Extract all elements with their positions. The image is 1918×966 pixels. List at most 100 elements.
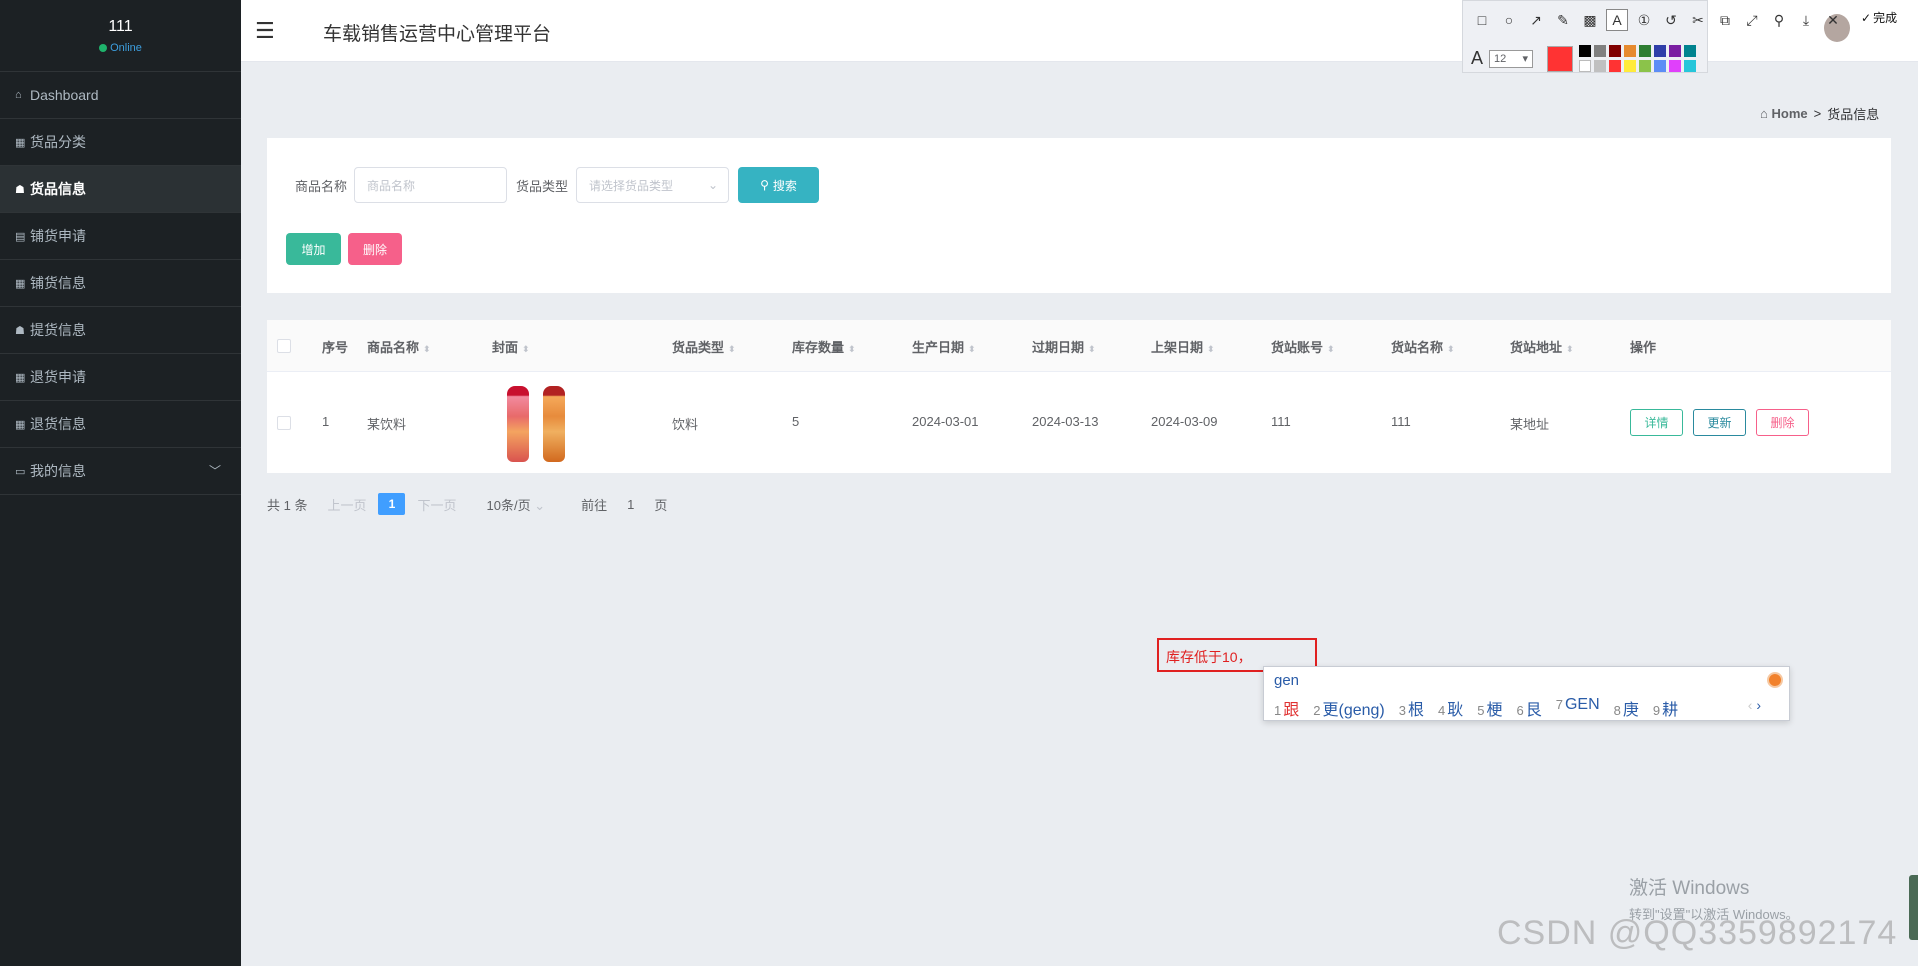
- ime-candidate[interactable]: 4耿: [1438, 696, 1463, 720]
- sidebar-item-dashboard[interactable]: ⌂ Dashboard: [0, 72, 241, 119]
- text-tool-icon[interactable]: A: [1606, 9, 1628, 31]
- ime-candidate[interactable]: 6艮: [1517, 696, 1542, 720]
- column-header-name[interactable]: 商品名称 ⬍: [367, 337, 431, 356]
- color-swatch[interactable]: [1669, 45, 1682, 57]
- color-swatch[interactable]: [1609, 60, 1622, 72]
- select-all-checkbox[interactable]: [277, 339, 291, 353]
- color-swatch[interactable]: [1594, 60, 1607, 72]
- color-swatch[interactable]: [1639, 60, 1652, 72]
- ime-page-nav[interactable]: ‹ ›: [1748, 697, 1761, 713]
- search-button[interactable]: ⚲ 搜索: [738, 167, 819, 203]
- column-header-cover[interactable]: 封面 ⬍: [492, 337, 530, 356]
- sort-icon: ⬍: [1207, 344, 1215, 354]
- goto-page-input[interactable]: 1: [627, 497, 634, 512]
- sidebar-item-pickup-info[interactable]: ☗ 提货信息: [0, 307, 241, 354]
- close-icon[interactable]: ✕: [1822, 9, 1844, 31]
- column-header-listed[interactable]: 上架日期 ⬍: [1151, 337, 1215, 356]
- scissors-icon[interactable]: ✂: [1687, 9, 1709, 31]
- cell-station-account: 111: [1271, 414, 1291, 429]
- add-button[interactable]: 增加: [286, 233, 341, 265]
- color-swatch[interactable]: [1684, 45, 1697, 57]
- home-icon: ⌂: [15, 89, 22, 101]
- product-name-input[interactable]: 商品名称: [354, 167, 507, 203]
- pen-icon[interactable]: ✎: [1552, 9, 1574, 31]
- current-color-swatch[interactable]: [1547, 45, 1574, 72]
- arrow-icon[interactable]: ↗: [1525, 9, 1547, 31]
- text-options: A 12 ▾: [1471, 45, 1697, 72]
- search-button-label: 搜索: [772, 178, 797, 193]
- ime-candidate[interactable]: 1跟: [1274, 696, 1299, 720]
- ime-candidate[interactable]: 2 更(geng): [1313, 696, 1385, 720]
- prev-page-button[interactable]: 上一页: [327, 495, 366, 514]
- column-header-station-address[interactable]: 货站地址 ⬍: [1510, 337, 1574, 356]
- batch-delete-button[interactable]: 删除: [348, 233, 402, 265]
- color-swatch[interactable]: [1684, 60, 1697, 72]
- update-button[interactable]: 更新: [1693, 409, 1746, 436]
- number-marker-icon[interactable]: ①: [1633, 9, 1655, 31]
- next-page-button[interactable]: 下一页: [417, 495, 456, 514]
- color-swatch[interactable]: [1624, 45, 1637, 57]
- chevron-left-icon[interactable]: ‹: [1748, 697, 1753, 713]
- detail-button[interactable]: 详情: [1630, 409, 1683, 436]
- color-swatch[interactable]: [1639, 45, 1652, 57]
- expand-icon[interactable]: ⤢: [1741, 9, 1763, 31]
- side-scroll-handle[interactable]: [1909, 875, 1918, 940]
- online-dot-icon: [99, 44, 108, 52]
- ime-candidates: 1跟 2 更(geng) 3根 4耿 5梗 6艮 7 GEN 8庚 9耕: [1274, 696, 1678, 720]
- row-delete-button[interactable]: 删除: [1756, 409, 1809, 436]
- color-swatch[interactable]: [1624, 60, 1637, 72]
- sidebar-item-label: Dashboard: [30, 87, 99, 103]
- done-button[interactable]: ✓ 完成: [1861, 9, 1897, 26]
- sidebar-item-label: 货品信息: [30, 181, 86, 197]
- column-header-expires[interactable]: 过期日期 ⬍: [1032, 337, 1096, 356]
- page-size-select[interactable]: 10条/页 ⌄: [487, 495, 546, 514]
- caret-down-icon: ▾: [1522, 53, 1529, 65]
- ime-candidate[interactable]: 7 GEN: [1556, 696, 1600, 720]
- ime-candidate[interactable]: 9耕: [1653, 696, 1678, 720]
- apply-icon: ▤: [15, 230, 26, 243]
- sidebar-item-my-info[interactable]: ▭ 我的信息 ﹀: [0, 448, 241, 495]
- sidebar-item-return-info[interactable]: ▦ 退货信息: [0, 401, 241, 448]
- sidebar-item-distribution-info[interactable]: ▦ 铺货信息: [0, 260, 241, 307]
- ime-logo-icon[interactable]: [1767, 672, 1783, 688]
- home-icon: ⌂: [1760, 106, 1768, 121]
- column-header-station-name[interactable]: 货站名称 ⬍: [1391, 337, 1455, 356]
- column-header-station-account[interactable]: 货站账号 ⬍: [1271, 337, 1335, 356]
- sidebar-item-goods-info[interactable]: ☗ 货品信息: [0, 166, 241, 213]
- status-label: Online: [110, 42, 142, 54]
- color-swatch[interactable]: [1594, 45, 1607, 57]
- column-header-produced[interactable]: 生产日期 ⬍: [912, 337, 976, 356]
- menu-toggle-icon[interactable]: ☰: [255, 18, 275, 44]
- row-checkbox[interactable]: [277, 416, 291, 430]
- ime-candidate[interactable]: 3根: [1399, 696, 1424, 720]
- download-icon[interactable]: ⤓: [1795, 9, 1817, 31]
- mosaic-icon[interactable]: ▩: [1579, 9, 1601, 31]
- rectangle-icon[interactable]: □: [1471, 9, 1493, 31]
- ellipse-icon[interactable]: ○: [1498, 9, 1520, 31]
- copy-icon[interactable]: ⧉: [1714, 9, 1736, 31]
- sort-icon: ⬍: [423, 344, 431, 354]
- sidebar-item-label: 铺货信息: [30, 275, 86, 291]
- sidebar-item-return-apply[interactable]: ▦ 退货申请: [0, 354, 241, 401]
- page-number-current[interactable]: 1: [378, 493, 406, 515]
- ime-candidate[interactable]: 8庚: [1614, 696, 1639, 720]
- chevron-right-icon[interactable]: ›: [1756, 697, 1761, 713]
- sidebar-item-goods-category[interactable]: ▦ 货品分类: [0, 119, 241, 166]
- pin-icon[interactable]: ⚲: [1768, 9, 1790, 31]
- sidebar-item-distribution-apply[interactable]: ▤ 铺货申请: [0, 213, 241, 260]
- breadcrumb-home[interactable]: ⌂ Home: [1760, 106, 1808, 121]
- color-swatch[interactable]: [1579, 60, 1592, 72]
- column-header-type[interactable]: 货品类型 ⬍: [672, 337, 736, 356]
- color-swatch[interactable]: [1609, 45, 1622, 57]
- color-swatch[interactable]: [1579, 45, 1592, 57]
- color-swatch[interactable]: [1654, 45, 1667, 57]
- font-size-select[interactable]: 12 ▾: [1489, 49, 1534, 68]
- undo-icon[interactable]: ↺: [1660, 9, 1682, 31]
- goods-type-select[interactable]: 请选择货品类型 ⌄: [576, 167, 729, 203]
- cell-index: 1: [322, 414, 330, 429]
- color-swatch[interactable]: [1654, 60, 1667, 72]
- column-header-stock[interactable]: 库存数量 ⬍: [792, 337, 856, 356]
- ime-candidate[interactable]: 5梗: [1477, 696, 1502, 720]
- cell-expires: 2024-03-13: [1032, 414, 1099, 429]
- color-swatch[interactable]: [1669, 60, 1682, 72]
